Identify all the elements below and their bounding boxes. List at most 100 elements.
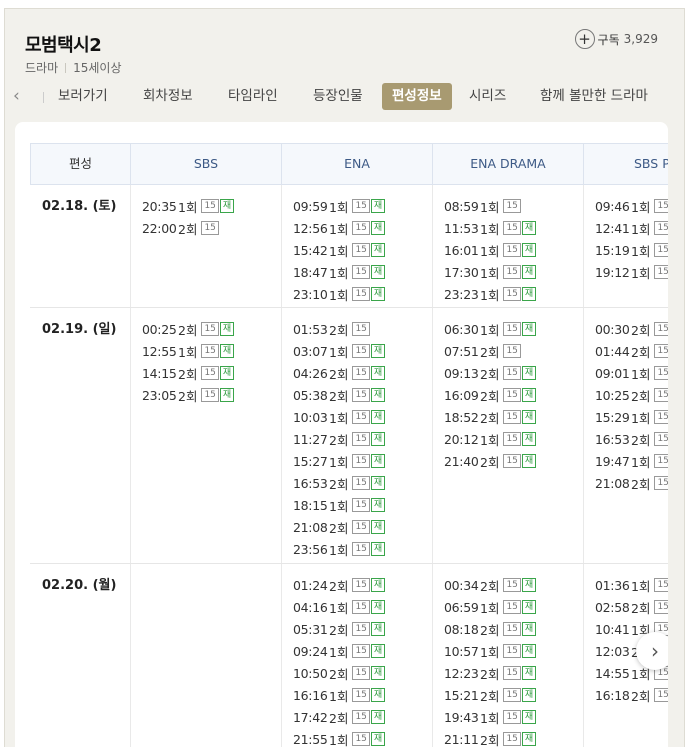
episode-number: 1회 xyxy=(631,454,651,470)
broadcast-time: 10:57 xyxy=(444,643,479,659)
tab-timeline[interactable]: 타임라인 xyxy=(228,83,278,110)
broadcast-entry: 15:21 2회 15 재 xyxy=(444,684,537,706)
broadcast-entry: 20:12 1회 15 재 xyxy=(444,428,537,450)
broadcast-entry: 01:53 2회 15 xyxy=(293,318,385,340)
age-rating-badge: 15 xyxy=(352,432,370,446)
broadcast-time: 15:21 xyxy=(444,687,479,703)
age-rating-badge: 15 xyxy=(503,454,521,468)
channel-header-ena: ENA xyxy=(281,144,432,184)
age-rating-badge: 15 xyxy=(654,366,668,380)
schedule-date: 02.20. (월) xyxy=(42,578,117,593)
episode-number: 2회 xyxy=(631,322,651,338)
next-button[interactable]: › xyxy=(636,632,668,670)
episode-number: 1회 xyxy=(480,243,500,259)
tab-series[interactable]: 시리즈 xyxy=(469,83,506,110)
broadcast-time: 10:03 xyxy=(293,409,328,425)
broadcast-entry: 02:582회15재 xyxy=(595,596,668,618)
episode-number: 1회 xyxy=(480,710,500,726)
broadcast-entry: 16:182회15재 xyxy=(595,684,668,706)
tab-episodes[interactable]: 회차정보 xyxy=(143,83,193,110)
episode-number: 1회 xyxy=(329,498,349,514)
broadcast-entry: 15:42 1회 15 재 xyxy=(293,239,386,261)
broadcast-time: 05:31 xyxy=(293,621,328,637)
episode-number: 2회 xyxy=(329,710,349,726)
broadcast-time: 10:25 xyxy=(595,387,630,403)
broadcast-entry: 10:57 1회 15 재 xyxy=(444,640,537,662)
chevron-left-icon[interactable]: ‹ xyxy=(13,86,20,106)
channel-column: 09:461회15재12:411회15재15:191회15재19:121회15재 xyxy=(595,195,668,283)
age-rating-badge: 15 xyxy=(352,476,370,490)
broadcast-entry: 12:56 1회 15 재 xyxy=(293,217,386,239)
tab-cast[interactable]: 등장인물 xyxy=(313,83,363,110)
program-panel: 모범택시2 드라마 15세이상 + 구독 3,929 ‹ 보러가기 회차정보 타… xyxy=(4,8,685,747)
age-rating-badge: 15 xyxy=(503,366,521,380)
age-rating-badge: 15 xyxy=(352,454,370,468)
episode-number: 1회 xyxy=(631,221,651,237)
broadcast-entry: 00:34 2회 15 재 xyxy=(444,574,537,596)
rerun-badge: 재 xyxy=(370,199,386,213)
column-divider xyxy=(583,308,584,563)
subscribe-button[interactable]: + 구독 3,929 xyxy=(574,29,658,49)
tab-recommended[interactable]: 함께 볼만한 드라마 xyxy=(540,83,648,110)
broadcast-time: 23:05 xyxy=(142,387,177,403)
broadcast-entry: 23:56 1회 15 재 xyxy=(293,538,386,560)
age-rating-badge: 15 xyxy=(352,243,370,257)
age-rating-badge: 15 xyxy=(201,221,219,235)
rerun-badge: 재 xyxy=(370,344,386,358)
age-rating-badge: 15 xyxy=(503,287,521,301)
tab-schedule[interactable]: 편성정보 xyxy=(382,83,452,110)
rerun-badge: 재 xyxy=(370,498,386,512)
rerun-badge: 재 xyxy=(370,221,386,235)
tab-bar: ‹ 보러가기 회차정보 타임라인 등장인물 편성정보 시리즈 함께 볼만한 드라… xyxy=(5,83,684,111)
broadcast-time: 12:41 xyxy=(595,220,630,236)
channel-column: 20:35 1회 15 재 22:00 2회 15 xyxy=(142,195,235,239)
age-rating-badge: 15 xyxy=(654,199,668,213)
broadcast-time: 10:41 xyxy=(595,621,630,637)
episode-number: 2회 xyxy=(480,578,500,594)
broadcast-time: 21:08 xyxy=(293,519,328,535)
broadcast-entry: 01:361회15재 xyxy=(595,574,668,596)
broadcast-entry: 08:18 2회 15 재 xyxy=(444,618,537,640)
plus-icon: + xyxy=(574,29,595,49)
age-rating-badge: 15 xyxy=(654,265,668,279)
rerun-badge: 재 xyxy=(370,732,386,746)
episode-number: 2회 xyxy=(480,344,500,360)
rerun-badge: 재 xyxy=(370,410,386,424)
age-rating-badge: 15 xyxy=(352,287,370,301)
age-rating-badge: 15 xyxy=(503,688,521,702)
episode-number: 1회 xyxy=(329,243,349,259)
episode-number: 2회 xyxy=(480,410,500,426)
broadcast-time: 20:35 xyxy=(142,198,177,214)
broadcast-time: 06:30 xyxy=(444,321,479,337)
tab-watch[interactable]: 보러가기 xyxy=(58,83,108,110)
episode-number: 2회 xyxy=(329,622,349,638)
broadcast-entry: 18:52 2회 15 재 xyxy=(444,406,537,428)
header-label: 편성 xyxy=(30,144,130,184)
age-rating-badge: 15 xyxy=(503,732,521,746)
episode-number: 1회 xyxy=(329,644,349,660)
broadcast-time: 22:00 xyxy=(142,220,177,236)
broadcast-time: 03:07 xyxy=(293,343,328,359)
broadcast-entry: 17:30 1회 15 재 xyxy=(444,261,537,283)
episode-number: 1회 xyxy=(329,410,349,426)
age-rating-badge: 15 xyxy=(352,322,370,336)
broadcast-time: 19:47 xyxy=(595,453,630,469)
episode-number: 1회 xyxy=(329,221,349,237)
broadcast-time: 18:47 xyxy=(293,264,328,280)
broadcast-time: 12:03 xyxy=(595,643,630,659)
age-rating-badge: 15 xyxy=(654,476,668,490)
age-rating-badge: 15 xyxy=(654,688,668,702)
episode-number: 2회 xyxy=(178,366,198,382)
episode-number: 2회 xyxy=(480,454,500,470)
episode-number: 1회 xyxy=(178,199,198,215)
broadcast-time: 20:12 xyxy=(444,431,479,447)
broadcast-time: 08:18 xyxy=(444,621,479,637)
rerun-badge: 재 xyxy=(219,199,235,213)
episode-number: 2회 xyxy=(329,666,349,682)
rerun-badge: 재 xyxy=(370,600,386,614)
broadcast-entry: 23:10 1회 15 재 xyxy=(293,283,386,305)
column-divider xyxy=(130,564,131,747)
episode-number: 2회 xyxy=(480,622,500,638)
age-rating-badge: 15 xyxy=(352,644,370,658)
channel-column: 08:59 1회 15 11:53 1회 15 재 16:01 1회 15 재 17:30 1회 15 재 2… xyxy=(444,195,537,305)
